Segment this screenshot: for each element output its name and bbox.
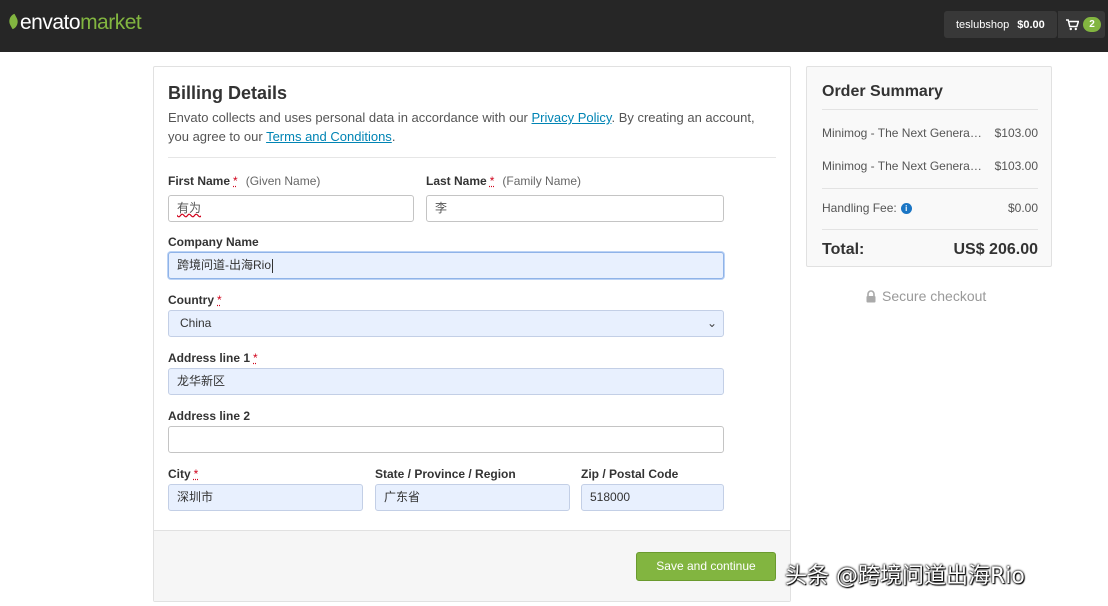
required-mark: * <box>193 467 199 481</box>
zip-label-text: Zip / Postal Code <box>581 467 679 481</box>
secure-checkout: Secure checkout <box>866 288 986 304</box>
company-name-input[interactable]: 跨境问道-出海Rio <box>168 252 724 279</box>
required-mark: * <box>489 174 495 188</box>
required-mark: * <box>233 174 238 188</box>
first-name-hint: (Given Name) <box>245 174 321 188</box>
logo-text-envato: envato <box>20 11 81 34</box>
city-value: 深圳市 <box>177 490 214 504</box>
zip-label: Zip / Postal Code <box>581 467 678 481</box>
logo-text-market: market <box>80 11 142 34</box>
divider <box>822 229 1038 230</box>
account-menu-button[interactable]: teslubshop $0.00 <box>944 11 1057 38</box>
company-name-label: Company Name <box>168 235 259 249</box>
country-label: Country * <box>168 293 222 307</box>
zip-input[interactable]: 518000 <box>581 484 724 511</box>
handling-fee-label: Handling Fee: i <box>822 201 912 215</box>
text-cursor <box>272 258 274 273</box>
top-navigation-bar: envato market teslubshop $0.00 2 <box>0 0 1108 52</box>
company-name-label-text: Company Name <box>168 235 259 249</box>
first-name-input[interactable]: 有为 <box>168 195 414 222</box>
save-and-continue-button[interactable]: Save and continue <box>636 552 776 581</box>
divider <box>822 109 1038 110</box>
country-select[interactable]: China ⌄ <box>168 310 724 337</box>
total-label: Total: <box>822 241 865 258</box>
address-line-1-input[interactable]: 龙华新区 <box>168 368 724 395</box>
last-name-hint: (Family Name) <box>502 174 582 188</box>
city-input[interactable]: 深圳市 <box>168 484 363 511</box>
leaf-icon <box>6 13 21 30</box>
address-line-2-label-text: Address line 2 <box>168 409 251 423</box>
address-line-2-label: Address line 2 <box>168 409 250 423</box>
billing-details-panel: Billing Details Envato collects and uses… <box>153 66 791 602</box>
state-input[interactable]: 广东省 <box>375 484 570 511</box>
terms-link[interactable]: Terms and Conditions <box>266 129 392 144</box>
order-total-row: Total: US$ 206.00 <box>822 241 1038 259</box>
privacy-notice-end: . <box>391 129 396 144</box>
order-summary-title: Order Summary <box>822 83 943 100</box>
order-summary-panel: Order Summary Minimog - The Next Generat… <box>806 66 1052 267</box>
last-name-label-text: Last Name <box>426 174 487 188</box>
last-name-label: Last Name * (Family Name) <box>426 174 581 188</box>
envato-market-logo[interactable]: envato market <box>6 9 142 37</box>
address-line-1-label-text: Address line 1 <box>168 351 251 365</box>
last-name-value: 李 <box>435 201 448 215</box>
watermark-text: 头条 @跨境问道出海Rio <box>785 564 1025 589</box>
city-label-text: City <box>168 467 191 481</box>
privacy-policy-link[interactable]: Privacy Policy <box>532 110 612 125</box>
privacy-notice-text: Envato collects and uses personal data i… <box>168 110 528 125</box>
cart-icon <box>1066 18 1079 30</box>
summary-item-price: $103.00 <box>994 159 1038 173</box>
state-value: 广东省 <box>384 490 421 504</box>
city-label: City * <box>168 467 198 481</box>
address-line-1-label: Address line 1 * <box>168 351 258 365</box>
info-icon[interactable]: i <box>900 203 912 214</box>
username: teslubshop <box>956 18 1010 31</box>
country-value: China <box>180 316 212 330</box>
lock-icon <box>866 289 876 302</box>
first-name-value: 有为 <box>177 201 202 215</box>
handling-fee-label-text: Handling Fee: <box>822 201 897 215</box>
secure-checkout-text: Secure checkout <box>882 288 987 304</box>
summary-item-price: $103.00 <box>994 126 1038 140</box>
handling-fee-row: Handling Fee: i $0.00 <box>822 201 1038 215</box>
divider <box>822 188 1038 189</box>
state-label-text: State / Province / Region <box>375 467 516 481</box>
chevron-down-icon: ⌄ <box>706 316 717 330</box>
first-name-label-text: First Name <box>168 174 231 188</box>
handling-fee-value: $0.00 <box>1007 201 1038 215</box>
company-name-value: 跨境问道-出海Rio <box>177 258 272 272</box>
privacy-notice: Envato collects and uses personal data i… <box>168 108 768 146</box>
last-name-input[interactable]: 李 <box>426 195 724 222</box>
country-label-text: Country <box>168 293 214 307</box>
address-line-1-value: 龙华新区 <box>177 374 226 388</box>
address-line-2-input[interactable] <box>168 426 724 453</box>
total-value: US$ 206.00 <box>953 241 1038 258</box>
summary-item: Minimog - The Next Generation Shopify Th… <box>822 159 1038 173</box>
zip-value: 518000 <box>590 490 631 504</box>
summary-item-name: Minimog - The Next Generation Shopify Th… <box>822 159 982 173</box>
first-name-label: First Name * (Given Name) <box>168 174 320 188</box>
cart-button[interactable]: 2 <box>1058 11 1105 38</box>
required-mark: * <box>253 351 258 365</box>
billing-title: Billing Details <box>168 83 288 103</box>
cart-count-badge: 2 <box>1083 17 1101 32</box>
summary-item-name: Minimog - The Next Generation Shopify Th… <box>822 126 982 140</box>
summary-item: Minimog - The Next Generation Shopify Th… <box>822 126 1038 140</box>
account-balance: $0.00 <box>1017 18 1045 31</box>
state-label: State / Province / Region <box>375 467 516 481</box>
divider <box>168 157 776 158</box>
required-mark: * <box>217 293 222 307</box>
